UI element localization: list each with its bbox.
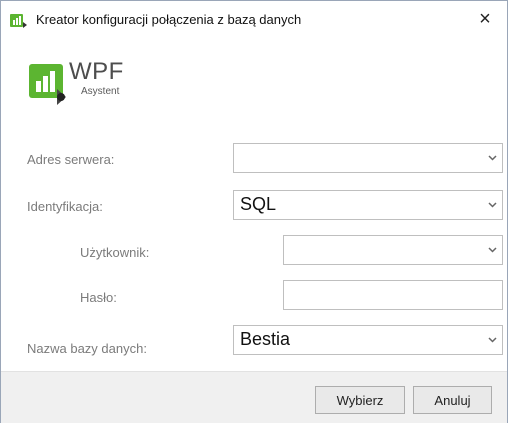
server-combobox[interactable] [233, 143, 503, 173]
chevron-down-icon [482, 326, 502, 354]
logo-chart-icon [29, 64, 66, 105]
server-label: Adres serwera: [27, 152, 115, 167]
password-label: Hasło: [80, 290, 117, 305]
chevron-down-icon [482, 236, 502, 264]
auth-combobox[interactable]: SQL [233, 190, 503, 220]
app-icon [10, 13, 27, 28]
wpf-asystent-logo: WPF Asystent [29, 56, 149, 116]
logo-brand-text: WPF [69, 58, 124, 85]
database-combobox[interactable]: Bestia [233, 325, 503, 355]
auth-label: Identyfikacja: [27, 199, 103, 214]
close-icon: × [479, 7, 491, 30]
password-field[interactable] [283, 280, 503, 310]
close-button[interactable]: × [463, 1, 507, 37]
dialog-window: Kreator konfiguracji połączenia z bazą d… [0, 0, 508, 423]
chevron-down-icon [482, 191, 502, 219]
window-title: Kreator konfiguracji połączenia z bazą d… [36, 12, 302, 27]
select-button[interactable]: Wybierz [315, 386, 405, 414]
database-value: Bestia [240, 329, 291, 349]
chevron-down-icon [482, 144, 502, 172]
user-label: Użytkownik: [80, 245, 150, 260]
button-bar: Wybierz Anuluj [1, 371, 507, 423]
database-label: Nazwa bazy danych: [27, 341, 147, 356]
title-bar: Kreator konfiguracji połączenia z bazą d… [1, 1, 507, 39]
cancel-button[interactable]: Anuluj [413, 386, 492, 414]
user-combobox[interactable] [283, 235, 503, 265]
auth-value: SQL [240, 194, 277, 214]
logo-subtitle: Asystent [81, 86, 120, 97]
